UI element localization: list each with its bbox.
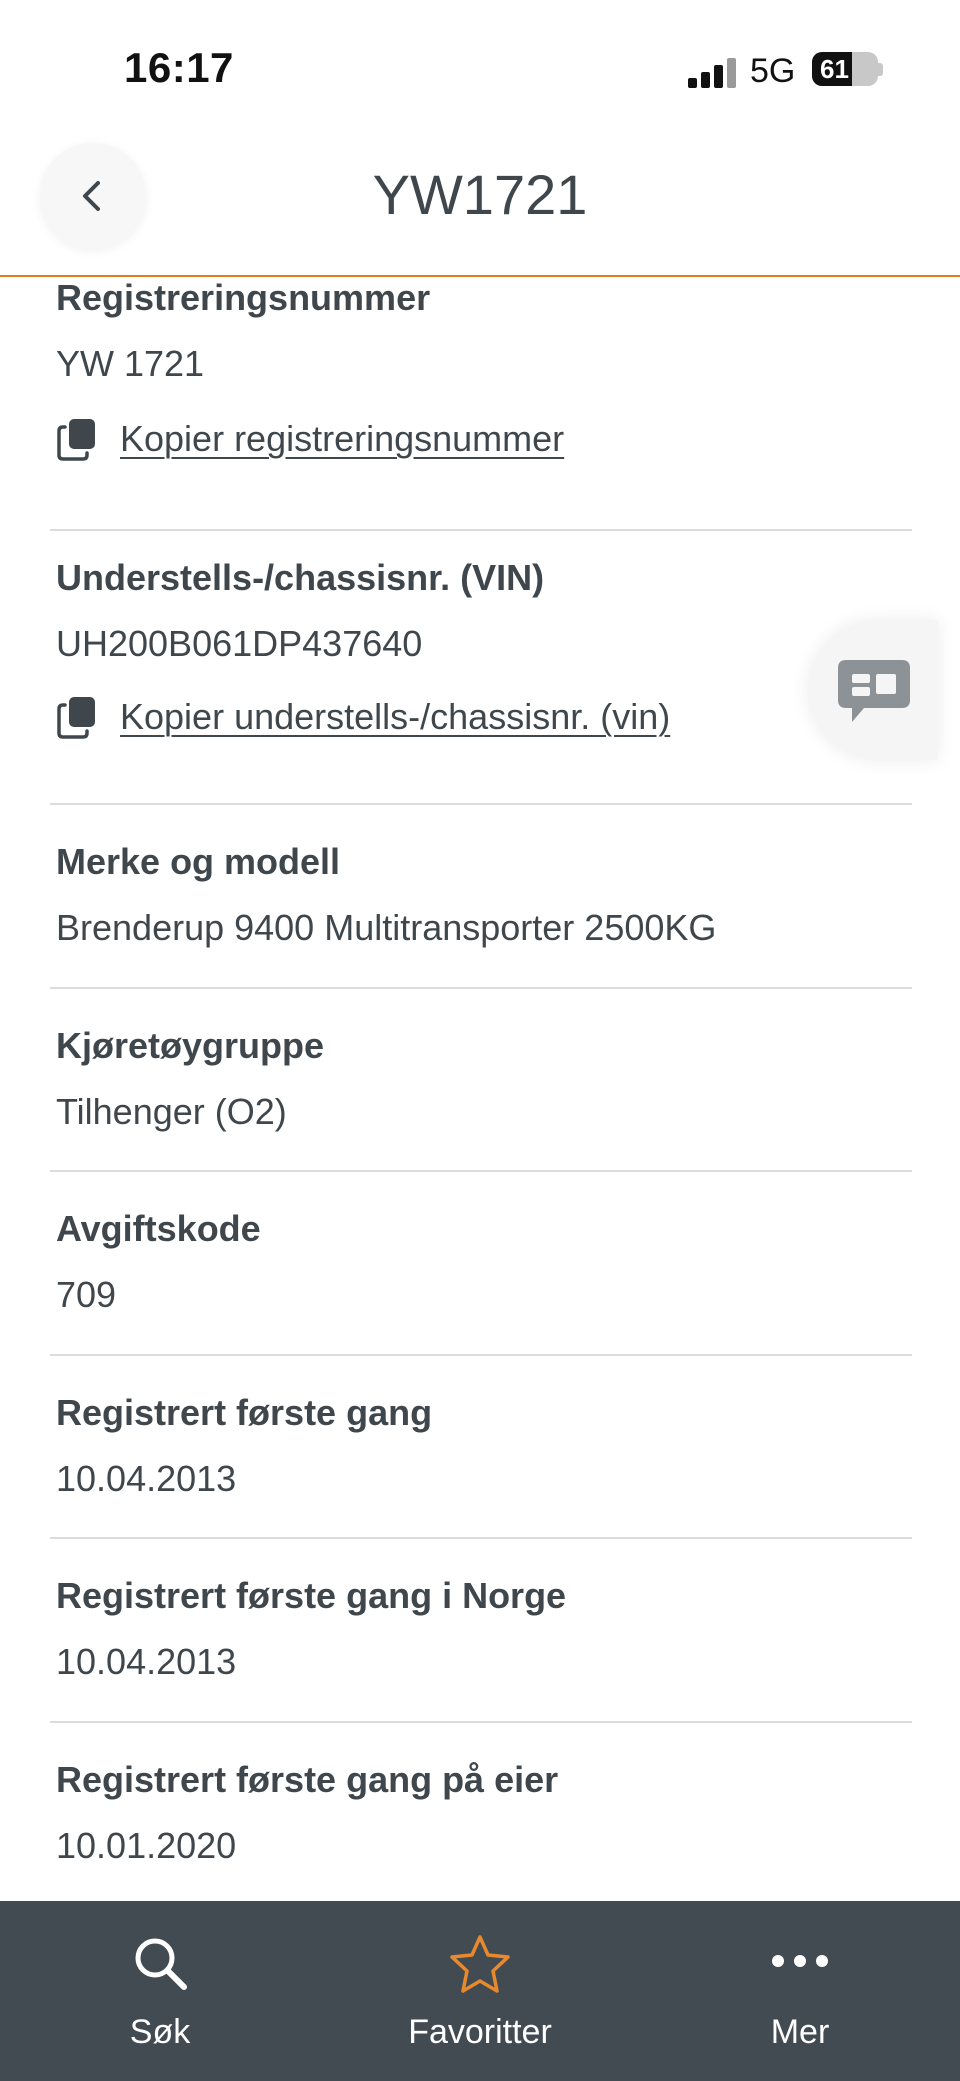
chat-button[interactable] <box>808 620 938 760</box>
nav-label: Søk <box>129 2013 191 2051</box>
section-value: 10.04.2013 <box>56 1641 237 1682</box>
copy-icon <box>57 419 95 461</box>
battery-level: 61 <box>820 54 849 84</box>
header: YW1721 <box>0 140 960 277</box>
nav-item-favorites[interactable]: Favoritter <box>320 1901 640 2081</box>
page-title: YW1721 <box>372 163 588 226</box>
section-vin: Understells-/chassisnr. (VIN) UH200B061D… <box>50 531 912 805</box>
bottom-nav: Søk Favoritter Mer <box>0 1901 960 2081</box>
section-label: Avgiftskode <box>56 1208 261 1249</box>
chat-icon <box>838 660 910 722</box>
star-icon <box>450 1935 510 1993</box>
section-fee-code: Avgiftskode 709 <box>50 1172 912 1356</box>
more-icon <box>772 1955 828 1967</box>
signal-icon <box>688 56 736 88</box>
section-value: Brenderup 9400 Multitransporter 2500KG <box>56 907 717 948</box>
section-label: Registrert første gang <box>56 1392 433 1433</box>
search-icon <box>135 1938 187 1990</box>
copy-link-label: Kopier understells-/chassisnr. (vin) <box>120 696 671 737</box>
section-registration-number: Registreringsnummer YW 1721 Kopier regis… <box>50 279 912 531</box>
section-value: 709 <box>56 1274 117 1315</box>
section-value: 10.04.2013 <box>56 1458 237 1499</box>
copy-icon <box>57 697 95 739</box>
battery-tip <box>878 63 883 76</box>
section-first-registered-norway: Registrert første gang i Norge 10.04.201… <box>50 1539 912 1723</box>
copy-registration-link[interactable]: Kopier registreringsnummer <box>56 417 564 461</box>
network-type: 5G <box>750 52 796 90</box>
section-label: Registrert første gang på eier <box>56 1759 559 1800</box>
section-first-registered-owner: Registrert første gang på eier 10.01.202… <box>50 1723 912 1901</box>
section-label: Kjøretøygruppe <box>56 1025 325 1066</box>
section-label: Merke og modell <box>56 841 341 882</box>
section-value: 10.01.2020 <box>56 1825 237 1866</box>
status-time: 16:17 <box>124 44 234 91</box>
vehicle-details: Registreringsnummer YW 1721 Kopier regis… <box>0 279 960 1901</box>
section-make-model: Merke og modell Brenderup 9400 Multitran… <box>50 805 912 989</box>
section-value: UH200B061DP437640 <box>56 623 423 664</box>
nav-label: Favoritter <box>408 2013 552 2051</box>
nav-item-more[interactable]: Mer <box>640 1901 960 2081</box>
section-label: Understells-/chassisnr. (VIN) <box>56 557 545 598</box>
nav-label: Mer <box>770 2013 830 2051</box>
section-value: Tilhenger (O2) <box>56 1091 287 1132</box>
section-label: Registrert første gang i Norge <box>56 1575 567 1616</box>
section-vehicle-group: Kjøretøygruppe Tilhenger (O2) <box>50 989 912 1172</box>
section-first-registered: Registrert første gang 10.04.2013 <box>50 1356 912 1539</box>
status-bar: 16:17 5G 61 <box>0 0 960 140</box>
battery-icon: 61 <box>812 52 878 86</box>
copy-link-label: Kopier registreringsnummer <box>120 418 565 459</box>
copy-vin-link[interactable]: Kopier understells-/chassisnr. (vin) <box>56 695 670 739</box>
nav-item-search[interactable]: Søk <box>0 1901 320 2081</box>
section-value: YW 1721 <box>56 343 205 384</box>
section-label: Registreringsnummer <box>56 279 431 318</box>
